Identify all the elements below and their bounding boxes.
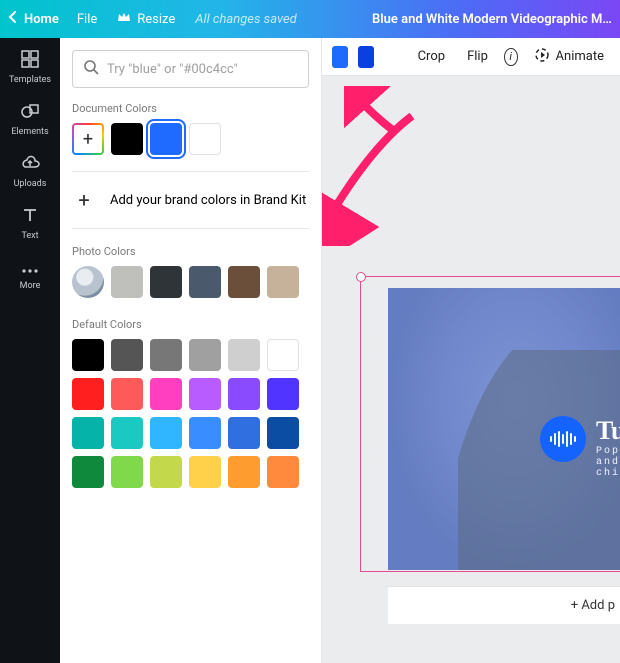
color-swatch[interactable] (228, 417, 260, 449)
color-swatch[interactable] (150, 456, 182, 488)
color-swatch[interactable] (111, 339, 143, 371)
color-swatch[interactable] (189, 123, 221, 155)
resize-handle[interactable] (356, 272, 366, 282)
plus-icon: + (72, 188, 96, 212)
text-icon (20, 205, 40, 229)
design-canvas[interactable]: Tune E Pop and chill (388, 288, 620, 570)
rail-uploads-label: Uploads (14, 179, 47, 189)
animate-button[interactable]: Animate (528, 43, 610, 71)
rail-text[interactable]: Text (0, 198, 60, 248)
annotation-arrow (344, 86, 404, 136)
rail-text-label: Text (21, 231, 38, 241)
brand-kit-label: Add your brand colors in Brand Kit (110, 193, 306, 208)
color-search[interactable] (72, 50, 309, 88)
color-search-input[interactable] (107, 62, 298, 77)
rail-more-label: More (20, 281, 41, 291)
elements-icon (20, 101, 40, 125)
add-color-swatch[interactable] (72, 123, 104, 155)
brand-kit-row[interactable]: + Add your brand colors in Brand Kit (60, 172, 321, 228)
save-status: All changes saved (195, 12, 296, 27)
color-swatch[interactable] (150, 378, 182, 410)
color-swatch[interactable] (267, 456, 299, 488)
flip-button[interactable]: Flip (461, 45, 494, 68)
more-icon (20, 260, 40, 279)
search-icon (83, 59, 99, 79)
animate-label: Animate (556, 49, 604, 64)
rail-more[interactable]: More (0, 250, 60, 300)
file-menu[interactable]: File (77, 12, 97, 27)
photo-colors-header: Photo Colors (60, 243, 321, 266)
color-swatch[interactable] (267, 378, 299, 410)
color-swatch[interactable] (150, 339, 182, 371)
info-icon[interactable]: i (504, 48, 518, 66)
animate-icon (534, 47, 550, 67)
color-swatch[interactable] (150, 123, 182, 155)
default-colors-header: Default Colors (60, 316, 321, 339)
rail-templates-label: Templates (9, 75, 51, 85)
document-title[interactable]: Blue and White Modern Videographic Musi.… (372, 12, 612, 27)
color-swatch[interactable] (111, 378, 143, 410)
templates-icon (20, 49, 40, 73)
add-page-label: + Add p (571, 598, 615, 613)
color-swatch[interactable] (189, 378, 221, 410)
design-title[interactable]: Tune E (596, 416, 620, 446)
color-swatch[interactable] (267, 266, 299, 298)
color-swatch[interactable] (150, 417, 182, 449)
crop-button[interactable]: Crop (412, 45, 451, 68)
resize-label: Resize (137, 12, 175, 27)
color-swatch[interactable] (111, 123, 143, 155)
rail-elements-label: Elements (11, 127, 48, 137)
design-subtitle[interactable]: Pop and chill (596, 446, 620, 479)
audio-badge (540, 416, 586, 462)
color-swatch[interactable] (189, 339, 221, 371)
add-page-button[interactable]: + Add p (388, 586, 620, 624)
rail-elements[interactable]: Elements (0, 94, 60, 144)
uploads-icon (20, 153, 40, 177)
photo-source-swatch[interactable] (72, 266, 104, 298)
toolbar-color-1[interactable] (332, 46, 348, 68)
color-swatch[interactable] (111, 266, 143, 298)
crown-icon (117, 11, 131, 27)
resize-button[interactable]: Resize (117, 11, 175, 27)
annotation-arrow (322, 106, 422, 246)
rail-uploads[interactable]: Uploads (0, 146, 60, 196)
color-swatch[interactable] (189, 456, 221, 488)
color-swatch[interactable] (150, 266, 182, 298)
toolbar-color-2[interactable] (358, 46, 374, 68)
color-swatch[interactable] (72, 456, 104, 488)
color-swatch[interactable] (228, 266, 260, 298)
color-swatch[interactable] (267, 339, 299, 371)
color-swatch[interactable] (228, 456, 260, 488)
color-swatch[interactable] (72, 378, 104, 410)
color-swatch[interactable] (228, 339, 260, 371)
color-swatch[interactable] (72, 417, 104, 449)
color-swatch[interactable] (72, 339, 104, 371)
color-swatch[interactable] (267, 417, 299, 449)
color-swatch[interactable] (111, 456, 143, 488)
rail-templates[interactable]: Templates (0, 42, 60, 92)
color-swatch[interactable] (189, 266, 221, 298)
home-label: Home (24, 12, 59, 27)
chevron-left-icon (8, 11, 18, 27)
document-colors-header: Document Colors (60, 100, 321, 123)
home-button[interactable]: Home (8, 11, 59, 27)
color-swatch[interactable] (111, 417, 143, 449)
color-swatch[interactable] (189, 417, 221, 449)
color-swatch[interactable] (228, 378, 260, 410)
